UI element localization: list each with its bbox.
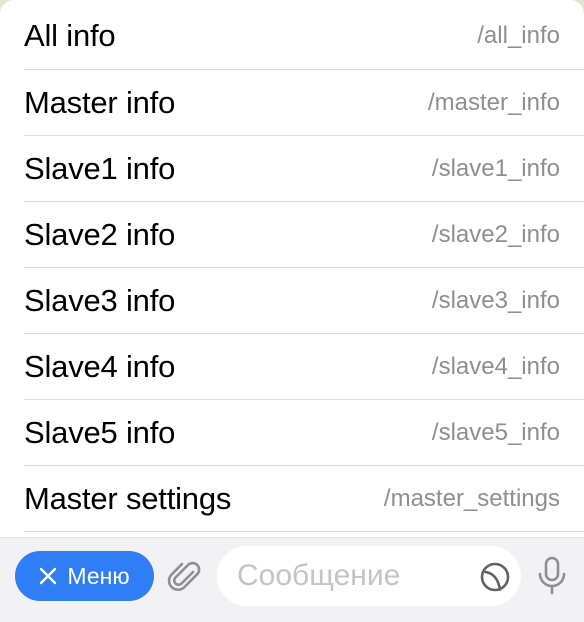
message-composer: Меню: [0, 537, 584, 622]
paperclip-icon[interactable]: [166, 558, 204, 596]
sticker-icon[interactable]: [479, 561, 511, 593]
command-label: Slave1 info: [24, 151, 176, 186]
message-input[interactable]: [237, 559, 467, 593]
command-item-slave1-info[interactable]: Slave1 info /slave1_info: [0, 136, 584, 202]
menu-button-label: Меню: [67, 562, 130, 589]
command-label: Master settings: [24, 481, 232, 516]
command-item-slave2-info[interactable]: Slave2 info /slave2_info: [0, 202, 584, 268]
command-text: /slave4_info: [431, 353, 560, 380]
command-text: /master_info: [427, 89, 560, 116]
command-label: Slave2 info: [24, 217, 176, 252]
command-item-slave5-info[interactable]: Slave5 info /slave5_info: [0, 400, 584, 466]
command-item-slave4-info[interactable]: Slave4 info /slave4_info: [0, 334, 584, 400]
message-field[interactable]: [217, 546, 521, 606]
command-label: Slave3 info: [24, 283, 176, 318]
command-label: Master info: [24, 85, 176, 120]
microphone-icon[interactable]: [536, 556, 568, 596]
command-text: /slave1_info: [431, 155, 560, 182]
close-icon: [40, 567, 57, 585]
command-text: /slave2_info: [431, 221, 560, 248]
command-text: /slave5_info: [431, 419, 560, 446]
command-item-all-info[interactable]: All info /all_info: [0, 0, 584, 70]
command-text: /master_settings: [383, 485, 560, 512]
command-label: Slave4 info: [24, 349, 176, 384]
command-item-master-settings[interactable]: Master settings /master_settings: [0, 466, 584, 532]
command-label: All info: [24, 18, 116, 53]
command-text: /slave3_info: [431, 287, 560, 314]
command-item-master-info[interactable]: Master info /master_info: [0, 70, 584, 136]
command-label: Slave5 info: [24, 415, 176, 450]
command-item-slave3-info[interactable]: Slave3 info /slave3_info: [0, 268, 584, 334]
command-text: /all_info: [477, 22, 560, 49]
command-list: All info /all_info Master info /master_i…: [0, 0, 584, 532]
menu-toggle-button[interactable]: Меню: [15, 551, 154, 601]
bot-command-menu: All info /all_info Master info /master_i…: [0, 0, 584, 537]
